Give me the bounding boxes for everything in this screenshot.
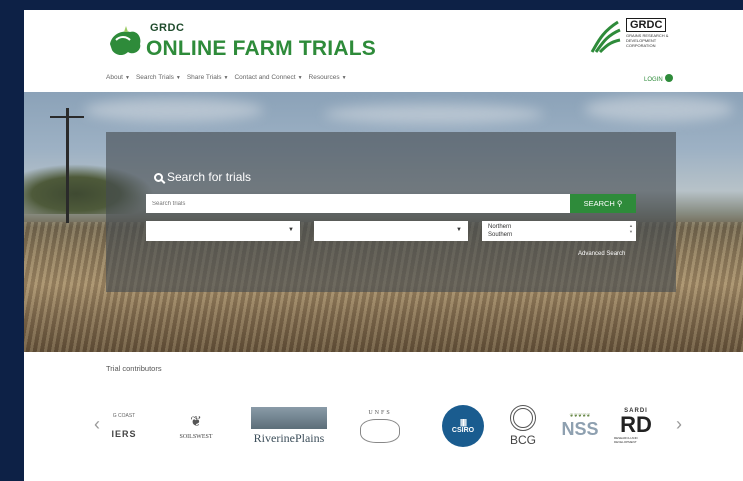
nav-label: Resources bbox=[308, 74, 340, 81]
nav-resources[interactable]: Resources ▼ bbox=[309, 74, 347, 88]
main-nav: About ▼ Search Trials ▼ Share Trials ▼ Cont… bbox=[106, 74, 353, 88]
nav-label: Search Trials bbox=[135, 74, 174, 81]
logo-sardi[interactable]: SARDI RD RESEARCH AND DEVELOPMENT bbox=[614, 398, 658, 454]
logo-riverine-plains[interactable]: RiverinePlains bbox=[244, 398, 334, 454]
csiro-badge: ||||| CSIRO bbox=[442, 405, 484, 447]
dropdown-arrow-icon: ▼ bbox=[288, 227, 294, 233]
nav-contact[interactable]: Contact and Connect ▼ bbox=[234, 74, 302, 88]
nav-label: Share Trials bbox=[186, 74, 222, 81]
carousel-prev-icon[interactable]: ‹ bbox=[94, 414, 100, 435]
search-icon bbox=[154, 173, 163, 182]
dropdown-arrow-icon: ▼ bbox=[456, 227, 462, 233]
logo-grdc-label: GRDC bbox=[150, 22, 185, 34]
caret-down-icon: ▼ bbox=[297, 75, 303, 81]
filter-select-2[interactable]: ▼ bbox=[314, 221, 468, 241]
wheat-icon bbox=[590, 20, 621, 54]
search-button[interactable]: SEARCH ⚲ bbox=[570, 194, 636, 213]
online-farm-trials-logo[interactable]: GRDC ONLINE FARM TRIALS bbox=[106, 18, 376, 70]
logo-gcoast[interactable]: G COAST IERS bbox=[104, 398, 144, 454]
logo-bcg[interactable]: BCG bbox=[500, 398, 546, 454]
cloud bbox=[84, 98, 264, 122]
region-option[interactable]: Northern bbox=[488, 223, 630, 231]
caret-down-icon: ▼ bbox=[223, 75, 229, 81]
bcg-ring-icon bbox=[510, 405, 536, 431]
logo-text: BCG bbox=[509, 433, 536, 447]
power-pole bbox=[66, 108, 69, 223]
logo-nss[interactable]: ❦❦❦❦❦ NSS bbox=[554, 398, 606, 454]
search-heading: Search for trials bbox=[154, 170, 251, 184]
logo-text: NSS bbox=[561, 418, 599, 439]
logo-text: RD bbox=[620, 412, 652, 437]
caret-down-icon: ▼ bbox=[125, 75, 130, 81]
search-button-label: SEARCH bbox=[583, 199, 615, 208]
login-link[interactable]: LOGIN bbox=[644, 74, 673, 83]
power-pole-crossbar bbox=[50, 116, 84, 118]
plant-icon: ❦ bbox=[190, 412, 202, 429]
advanced-search-link[interactable]: Advanced Search bbox=[578, 251, 625, 257]
user-icon bbox=[664, 74, 673, 82]
nav-search-trials[interactable]: Search Trials ▼ bbox=[136, 74, 181, 88]
logo-text: IERS bbox=[111, 429, 137, 439]
nav-share-trials[interactable]: Share Trials ▼ bbox=[187, 74, 229, 88]
search-input[interactable] bbox=[146, 194, 570, 213]
carousel-next-icon[interactable]: › bbox=[676, 414, 682, 435]
logo-text: RESEARCH AND DEVELOPMENT bbox=[614, 436, 638, 444]
logo-text: CSIRO bbox=[451, 426, 475, 434]
logo-text: RiverinePlains bbox=[253, 430, 325, 445]
filter-select-1[interactable]: ▼ bbox=[146, 221, 300, 241]
logo-csiro[interactable]: ||||| CSIRO bbox=[440, 398, 486, 454]
listbox-scroll-arrows-icon[interactable]: ▲ ▼ bbox=[629, 223, 633, 235]
logo-text: SOILSWEST bbox=[179, 433, 213, 440]
browser-page: GRDC ONLINE FARM TRIALS GRDC GRAINS RESE… bbox=[24, 10, 743, 481]
logo-unfs[interactable]: UNFS bbox=[356, 398, 404, 454]
grdc-subtitle: GRAINS RESEARCH & DEVELOPMENT CORPORATIO… bbox=[626, 33, 669, 48]
bars-icon: ||||| bbox=[459, 417, 467, 427]
search-panel: Search for trials SEARCH ⚲ ▼ ▼ Northern … bbox=[106, 132, 676, 292]
cloud bbox=[584, 96, 734, 122]
logo-text: G COAST bbox=[112, 413, 136, 419]
animal-emblem-icon bbox=[360, 418, 400, 443]
logo-text: UNFS bbox=[368, 409, 392, 416]
nav-label: Contact and Connect bbox=[234, 74, 296, 81]
logo-title: ONLINE FARM TRIALS bbox=[146, 37, 376, 60]
hero-banner: Search for trials SEARCH ⚲ ▼ ▼ Northern … bbox=[24, 92, 743, 352]
region-option[interactable]: Southern bbox=[488, 231, 630, 239]
login-label: LOGIN bbox=[644, 77, 663, 83]
nav-about[interactable]: About ▼ bbox=[106, 74, 130, 88]
search-icon: ⚲ bbox=[616, 199, 623, 208]
nav-label: About bbox=[106, 74, 123, 81]
contributors-carousel: ‹ G COAST IERS ❦ SOILSWEST RiverinePlain… bbox=[94, 398, 694, 458]
cloud bbox=[324, 104, 544, 124]
logo-soilswest[interactable]: ❦ SOILSWEST bbox=[166, 398, 226, 454]
region-listbox[interactable]: Northern Southern ▲ ▼ bbox=[482, 221, 636, 241]
grdc-partner-logo[interactable]: GRDC GRAINS RESEARCH & DEVELOPMENT CORPO… bbox=[588, 16, 678, 56]
search-heading-text: Search for trials bbox=[167, 170, 252, 184]
contributors-title: Trial contributors bbox=[106, 364, 162, 373]
grdc-name: GRDC bbox=[626, 18, 667, 32]
riverine-image bbox=[251, 406, 327, 429]
australia-map-icon bbox=[110, 26, 141, 56]
caret-down-icon: ▼ bbox=[341, 75, 347, 81]
caret-down-icon: ▼ bbox=[175, 75, 181, 81]
